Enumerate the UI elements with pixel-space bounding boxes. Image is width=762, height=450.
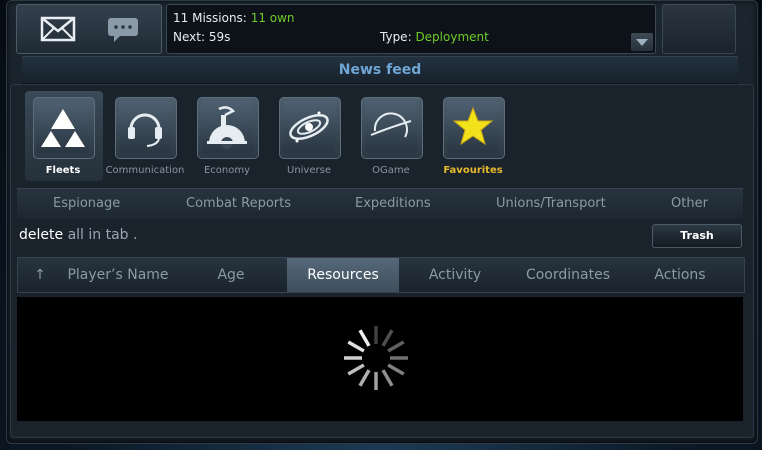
mission-info-box: 11 Missions: 11 own Next: 59s Type: Depl… xyxy=(166,4,656,54)
column-age[interactable]: Age xyxy=(188,258,274,292)
mission-type: Type: Deployment xyxy=(380,30,489,44)
column-actions[interactable]: Actions xyxy=(636,258,724,292)
category-economy[interactable] xyxy=(197,97,259,159)
category-label-ogame: OGame xyxy=(372,165,410,176)
column-activity[interactable]: Activity xyxy=(410,258,500,292)
trash-button[interactable]: Trash xyxy=(652,224,742,248)
category-ogame[interactable] xyxy=(361,97,423,159)
mail-icon[interactable] xyxy=(40,15,76,43)
category-favourites[interactable] xyxy=(443,97,505,159)
category-fleets[interactable] xyxy=(33,97,95,159)
subtab-bar: Espionage Combat Reports Expeditions Uni… xyxy=(17,188,743,219)
top-right-panel xyxy=(662,4,736,54)
column-coordinates[interactable]: Coordinates xyxy=(512,258,624,292)
spinner-spoke xyxy=(347,340,365,353)
missions-own: 11 own xyxy=(250,11,295,25)
type-value: Deployment xyxy=(415,30,489,44)
page-title: News feed xyxy=(22,56,738,84)
spinner-spoke xyxy=(381,369,394,387)
news-feed-panel: Fleets Communication Economy Universe OG… xyxy=(10,84,754,438)
delete-link[interactable]: delete xyxy=(19,227,63,243)
factory-gear-icon xyxy=(201,101,253,153)
category-label-economy: Economy xyxy=(203,165,251,176)
column-players-name[interactable]: Player’s Name xyxy=(60,258,176,292)
spinner-spoke xyxy=(358,329,371,347)
missions-count: 11 Missions: 11 own xyxy=(173,11,295,25)
headset-icon xyxy=(119,101,171,153)
tab-expeditions[interactable]: Expeditions xyxy=(355,189,431,219)
chat-icon[interactable] xyxy=(105,15,141,43)
spinner-spoke xyxy=(387,340,405,353)
column-header-bar: ↑ Player’s Name Age Resources Activity C… xyxy=(17,257,745,293)
category-label-universe: Universe xyxy=(287,165,331,176)
spinner-spoke xyxy=(347,363,365,376)
fleets-icon xyxy=(37,101,89,153)
category-label-favourites: Favourites xyxy=(443,165,503,176)
missions-label: 11 Missions: xyxy=(173,11,247,25)
galaxy-icon xyxy=(283,101,335,153)
category-universe[interactable] xyxy=(279,97,341,159)
tab-other[interactable]: Other xyxy=(671,189,708,219)
spinner-spoke xyxy=(387,363,405,376)
star-icon xyxy=(447,101,499,153)
category-label-communication: Communication xyxy=(105,165,185,176)
category-communication[interactable] xyxy=(115,97,177,159)
chevron-down-icon[interactable] xyxy=(631,33,653,51)
delete-scope[interactable]: all in tab . xyxy=(68,227,138,243)
loading-spinner-icon xyxy=(341,323,411,393)
message-controls xyxy=(16,4,162,54)
planet-ring-icon xyxy=(365,101,417,153)
tab-unions-transport[interactable]: Unions/Transport xyxy=(496,189,606,219)
spinner-spoke xyxy=(358,369,371,387)
column-resources[interactable]: Resources xyxy=(287,258,399,292)
spinner-spoke xyxy=(381,329,394,347)
tab-espionage[interactable]: Espionage xyxy=(53,189,120,219)
next-mission-timer: Next: 59s xyxy=(173,30,231,44)
tab-combat-reports[interactable]: Combat Reports xyxy=(186,189,291,219)
messages-content xyxy=(17,297,743,421)
type-label: Type: xyxy=(380,30,412,44)
delete-controls: delete all in tab . xyxy=(19,227,137,243)
sort-arrow-icon[interactable]: ↑ xyxy=(20,258,60,292)
category-label-fleets: Fleets xyxy=(45,165,81,176)
